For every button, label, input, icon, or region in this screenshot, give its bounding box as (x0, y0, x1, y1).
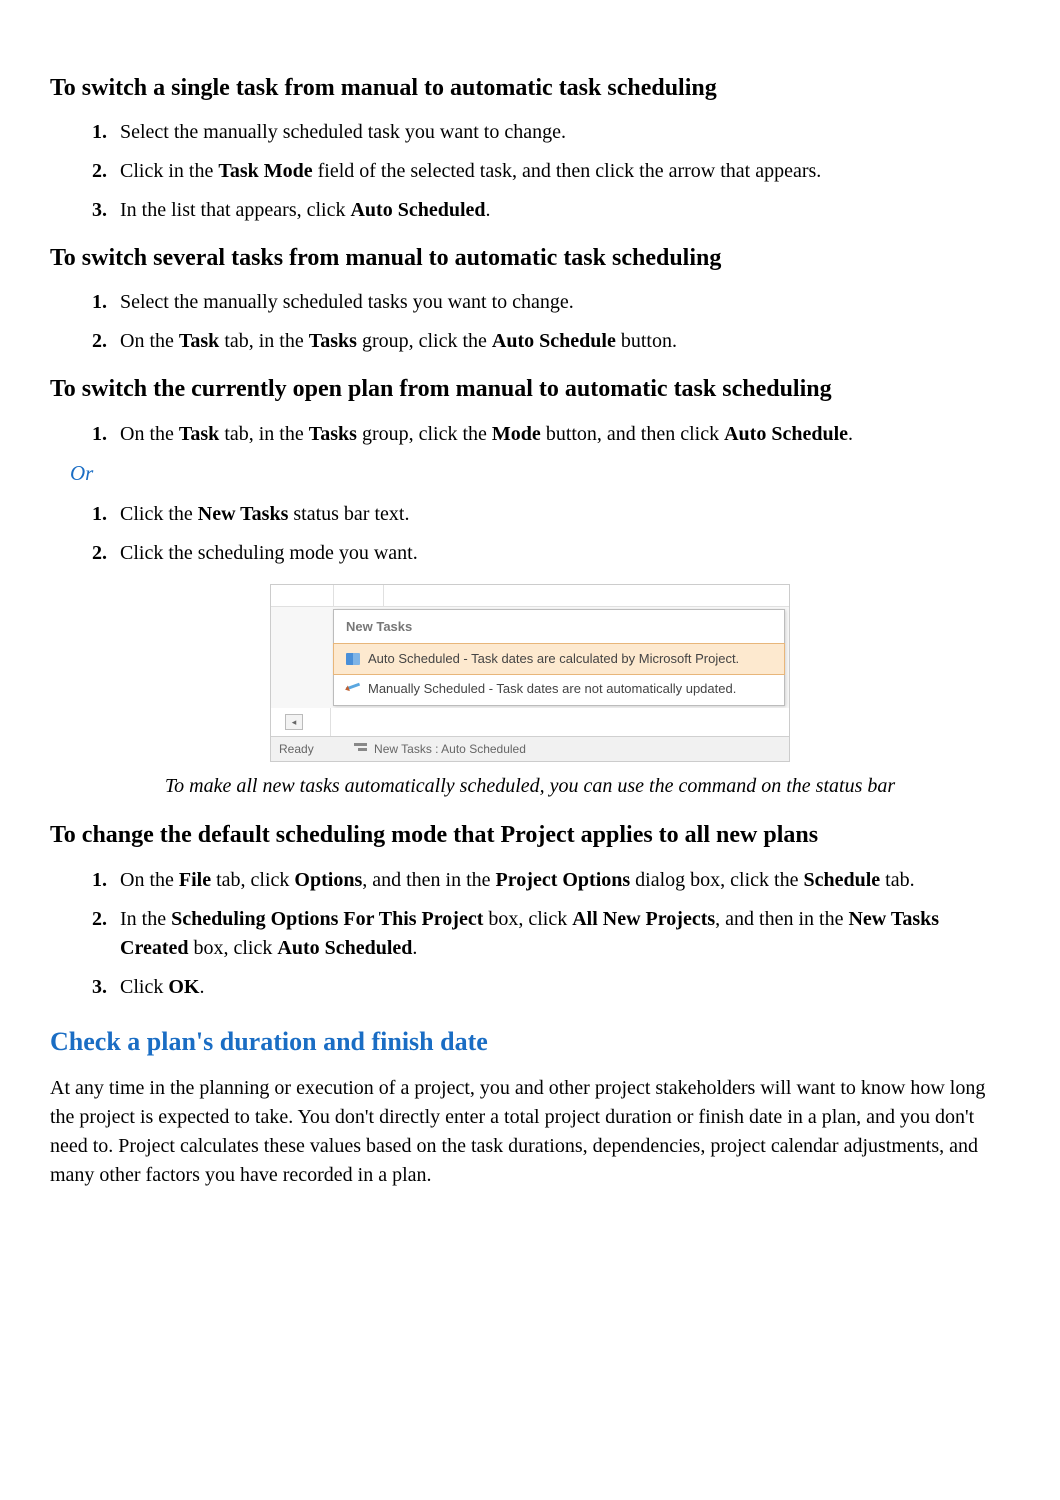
step-item: 1.Click the New Tasks status bar text. (120, 500, 1010, 529)
manually-scheduled-icon (346, 683, 360, 695)
step-number: 2. (92, 905, 107, 934)
menu-item-label: Manually Scheduled - Task dates are not … (368, 680, 736, 698)
step-text: On the File tab, click Options, and then… (120, 869, 915, 891)
step-number: 1. (92, 420, 107, 449)
menu-item-manually-scheduled[interactable]: Manually Scheduled - Task dates are not … (334, 674, 784, 704)
step-text: Select the manually scheduled task you w… (120, 121, 566, 143)
step-item: 2.Click the scheduling mode you want. (120, 539, 1010, 568)
step-text: Select the manually scheduled tasks you … (120, 291, 574, 313)
body-check-plan-duration: At any time in the planning or execution… (50, 1074, 1010, 1190)
new-tasks-menu: New Tasks Auto Scheduled - Task dates ar… (333, 609, 785, 706)
heading-switch-single-task: To switch a single task from manual to a… (50, 73, 1010, 104)
step-number: 1. (92, 500, 107, 529)
figure-status-bar-menu: New Tasks Auto Scheduled - Task dates ar… (270, 584, 790, 762)
step-item: 1.Select the manually scheduled tasks yo… (120, 288, 1010, 317)
figure-grid-header (271, 585, 789, 607)
step-number: 2. (92, 539, 107, 568)
step-number: 1. (92, 118, 107, 147)
menu-header: New Tasks (334, 610, 784, 644)
step-text: Click the New Tasks status bar text. (120, 503, 409, 525)
figure-caption: To make all new tasks automatically sche… (70, 772, 990, 800)
figure-scroll-row: ◂ (271, 708, 789, 736)
or-separator: Or (70, 459, 1010, 488)
heading-change-default-mode: To change the default scheduling mode th… (50, 820, 1010, 851)
step-item: 3.In the list that appears, click Auto S… (120, 196, 1010, 225)
step-text: Click in the Task Mode field of the sele… (120, 160, 821, 182)
steps-switch-several-tasks: 1. Select the manually scheduled tasks yo… (50, 288, 1010, 356)
step-text: In the list that appears, click Auto Sch… (120, 199, 491, 221)
step-number: 3. (92, 973, 107, 1002)
status-new-tasks-label: New Tasks : Auto Scheduled (374, 742, 526, 756)
heading-switch-open-plan: To switch the currently open plan from m… (50, 374, 1010, 405)
step-number: 2. (92, 157, 107, 186)
step-item: 2.On the Task tab, in the Tasks group, c… (120, 327, 1010, 356)
step-number: 2. (92, 327, 107, 356)
step-text: Click the scheduling mode you want. (120, 542, 418, 564)
menu-item-auto-scheduled[interactable]: Auto Scheduled - Task dates are calculat… (333, 643, 785, 675)
heading-switch-several-tasks: To switch several tasks from manual to a… (50, 243, 1010, 274)
steps-switch-open-plan-b: 1.Click the New Tasks status bar text. 2… (50, 500, 1010, 568)
step-item: 1.On the Task tab, in the Tasks group, c… (120, 420, 1010, 449)
status-new-tasks[interactable]: New Tasks : Auto Scheduled (354, 741, 526, 758)
menu-item-label: Auto Scheduled - Task dates are calculat… (368, 650, 739, 668)
step-item: 2.In the Scheduling Options For This Pro… (120, 905, 1010, 963)
auto-scheduled-icon (346, 653, 360, 665)
tasks-mode-icon (354, 743, 367, 753)
scroll-left-button[interactable]: ◂ (285, 714, 303, 730)
step-text: In the Scheduling Options For This Proje… (120, 908, 939, 959)
step-number: 3. (92, 196, 107, 225)
step-item: 2.Click in the Task Mode field of the se… (120, 157, 1010, 186)
steps-change-default-mode: 1. On the File tab, click Options, and th… (50, 866, 1010, 1002)
step-number: 1. (92, 866, 107, 895)
step-number: 1. (92, 288, 107, 317)
step-item: 1.On the File tab, click Options, and th… (120, 866, 1010, 895)
status-ready: Ready (279, 741, 314, 758)
steps-switch-open-plan-a: 1. On the Task tab, in the Tasks group, c… (50, 420, 1010, 449)
step-text: On the Task tab, in the Tasks group, cli… (120, 330, 677, 352)
step-item: 3.Click OK. (120, 973, 1010, 1002)
step-text: Click OK. (120, 976, 204, 998)
heading-check-plan-duration: Check a plan's duration and finish date (50, 1024, 1010, 1060)
step-item: 1.Select the manually scheduled task you… (120, 118, 1010, 147)
steps-switch-single-task: 1. Select the manually scheduled task you… (50, 118, 1010, 225)
step-text: On the Task tab, in the Tasks group, cli… (120, 423, 853, 445)
status-bar: Ready New Tasks : Auto Scheduled (271, 736, 789, 762)
